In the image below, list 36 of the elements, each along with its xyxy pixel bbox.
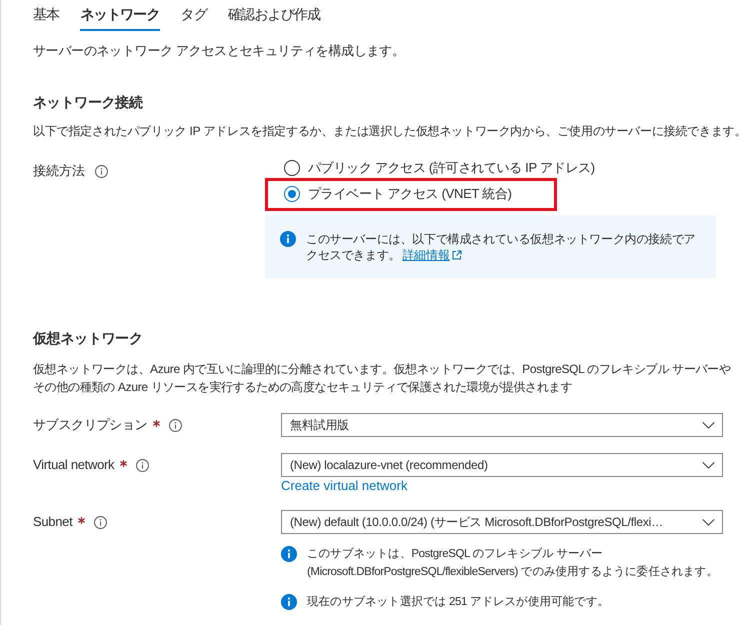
field-label: 接続方法 [33, 162, 85, 180]
info-icon [281, 546, 297, 562]
learn-more-link[interactable]: 詳細情報 [402, 247, 462, 263]
tab[interactable]: タグ [180, 0, 208, 31]
tab[interactable]: 基本 [33, 0, 60, 31]
field-label: サブスクリプション [33, 416, 148, 434]
info-icon[interactable] [169, 418, 182, 432]
intro-text: サーバーのネットワーク アクセスとセキュリティを構成します。 [33, 42, 406, 60]
chevron-down-icon [702, 422, 715, 428]
section-heading: 仮想ネットワーク [33, 329, 144, 348]
radio-button[interactable] [284, 160, 300, 176]
radio-button[interactable] [284, 186, 300, 202]
radio-label[interactable]: プライベート アクセス (VNET 統合) [308, 185, 512, 203]
radio-label[interactable]: パブリック アクセス (許可されている IP アドレス) [308, 159, 595, 177]
info-icon[interactable] [94, 516, 108, 528]
field-label: Subnet [33, 513, 72, 531]
info-icon [280, 231, 296, 247]
tab[interactable]: 確認および作成 [228, 0, 320, 31]
dropdown[interactable]: 無料試用版 [281, 413, 723, 437]
dropdown[interactable]: (New) localazure-vnet (recommended) [281, 453, 723, 477]
tab[interactable]: ネットワーク [80, 0, 160, 31]
section-description: 以下で指定されたパブリック IP アドレスを指定するか、または選択した仮想ネットワーク内から、ご使用のサーバーに接続できます。 [33, 123, 746, 140]
info-icon[interactable] [136, 458, 150, 472]
info-icon[interactable] [95, 164, 108, 178]
create-link[interactable]: Create virtual network [281, 477, 408, 495]
note-text: このサブネットは、PostgreSQL のフレキシブル サーバー (Microsoft.DBforPostgreSQL/flexibleServers) でのみ使用するように委任されます。 [307, 546, 719, 580]
chevron-down-icon [702, 462, 715, 468]
info-icon [281, 594, 297, 610]
info-text: このサーバーには、以下で構成されている仮想ネットワーク内の接続でアクセスできます。 詳細情報 [306, 231, 696, 263]
dropdown[interactable]: (New) default (10.0.0.0/24) (サービス Microsoft.DBforPostgreSQL/flexi… [281, 510, 723, 534]
section-heading: ネットワーク接続 [33, 93, 144, 112]
chevron-down-icon [702, 518, 715, 526]
field-label: Virtual network [33, 456, 114, 474]
note-text: 現在のサブネット選択では 251 アドレスが使用可能です。 [307, 594, 609, 610]
section-description: 仮想ネットワークは、Azure 内で互いに論理的に分離されています。仮想ネットワークでは、PostgreSQL のフレキシブル サーバーやその他の種類の Azure リソースを実行するための高度なセキュリティで保護された環境が提供されます [33, 361, 732, 396]
external-link-icon [452, 250, 462, 260]
